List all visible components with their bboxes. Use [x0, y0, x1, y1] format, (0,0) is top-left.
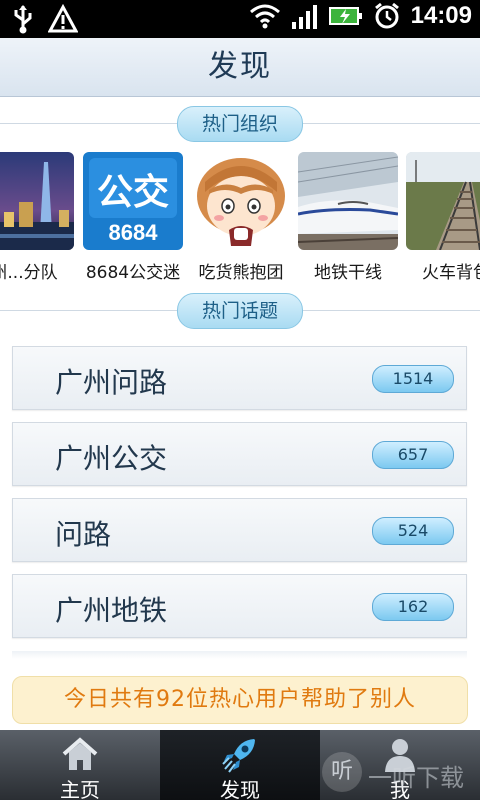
nav-item-discover[interactable]: 发现 [160, 730, 320, 802]
section-header-hot-topics: 热门话题 [176, 293, 304, 329]
topic-label: 广州公交 [55, 442, 168, 475]
section-header-hot-orgs: 热门组织 [176, 106, 304, 142]
org-item[interactable]: 地铁干线 [298, 152, 398, 284]
title-bar: 发现 [0, 38, 480, 97]
hot-orgs-carousel[interactable]: 州...分队 公交 8684 8684公交迷 [0, 152, 480, 287]
battery-charging-icon [328, 7, 362, 25]
org-thumbnail: 公交 8684 [83, 152, 183, 250]
rocket-icon [222, 739, 255, 773]
topic-row[interactable]: 问路 524 [12, 498, 467, 562]
topic-label: 问路 [55, 518, 112, 551]
org-label: 火车背包 [422, 263, 480, 283]
helper-count-banner: 今日共有92位热心用户帮助了别人 [12, 676, 468, 724]
logo-text: 公交 [97, 171, 169, 213]
signal-icon [291, 5, 317, 29]
wifi-icon [249, 4, 280, 29]
topic-row[interactable]: 广州地铁 162 [12, 574, 467, 638]
topic-count-badge: 657 [372, 441, 454, 469]
watermark-text: 一听下载 [368, 764, 464, 792]
org-thumbnail [191, 152, 291, 250]
topic-count-badge: 1514 [372, 365, 454, 393]
org-thumbnail [298, 152, 398, 250]
watermark-logo: 听 [322, 752, 362, 792]
list-fade [12, 651, 467, 659]
logo-subtext: 8684 [109, 220, 159, 245]
topic-count-badge: 162 [372, 593, 454, 621]
org-item[interactable]: 公交 8684 8684公交迷 [83, 152, 183, 284]
org-thumbnail [406, 152, 480, 250]
status-bar: 14:09 [0, 0, 480, 38]
topic-row[interactable]: 广州问路 1514 [12, 346, 467, 410]
home-icon [62, 737, 98, 770]
alarm-icon [374, 2, 399, 29]
org-label: 吃货熊抱团 [198, 263, 284, 283]
topic-count-badge: 524 [372, 517, 454, 545]
org-label: 8684公交迷 [85, 263, 181, 283]
topic-row[interactable]: 广州公交 657 [12, 422, 467, 486]
page-title: 发现 [208, 49, 272, 84]
warning-icon [48, 4, 78, 33]
org-item[interactable]: 州...分队 [0, 152, 74, 284]
nav-item-home[interactable]: 主页 [0, 730, 160, 802]
status-time: 14:09 [410, 2, 472, 29]
org-label: 州...分队 [0, 263, 58, 283]
nav-label: 主页 [60, 778, 100, 802]
org-label: 地铁干线 [314, 263, 382, 283]
org-thumbnail [0, 152, 74, 250]
section-hot-topics: 热门话题 [0, 293, 480, 329]
watermark: 听 一听下载 [322, 752, 480, 800]
banner-text: 今日共有92位热心用户帮助了别人 [64, 687, 416, 712]
topic-label: 广州地铁 [55, 594, 168, 627]
usb-icon [14, 5, 32, 34]
topic-label: 广州问路 [55, 366, 168, 399]
section-hot-orgs: 热门组织 [0, 106, 480, 142]
org-item[interactable]: 火车背包 [406, 152, 480, 284]
org-item[interactable]: 吃货熊抱团 [191, 152, 291, 284]
nav-label: 发现 [220, 778, 260, 802]
